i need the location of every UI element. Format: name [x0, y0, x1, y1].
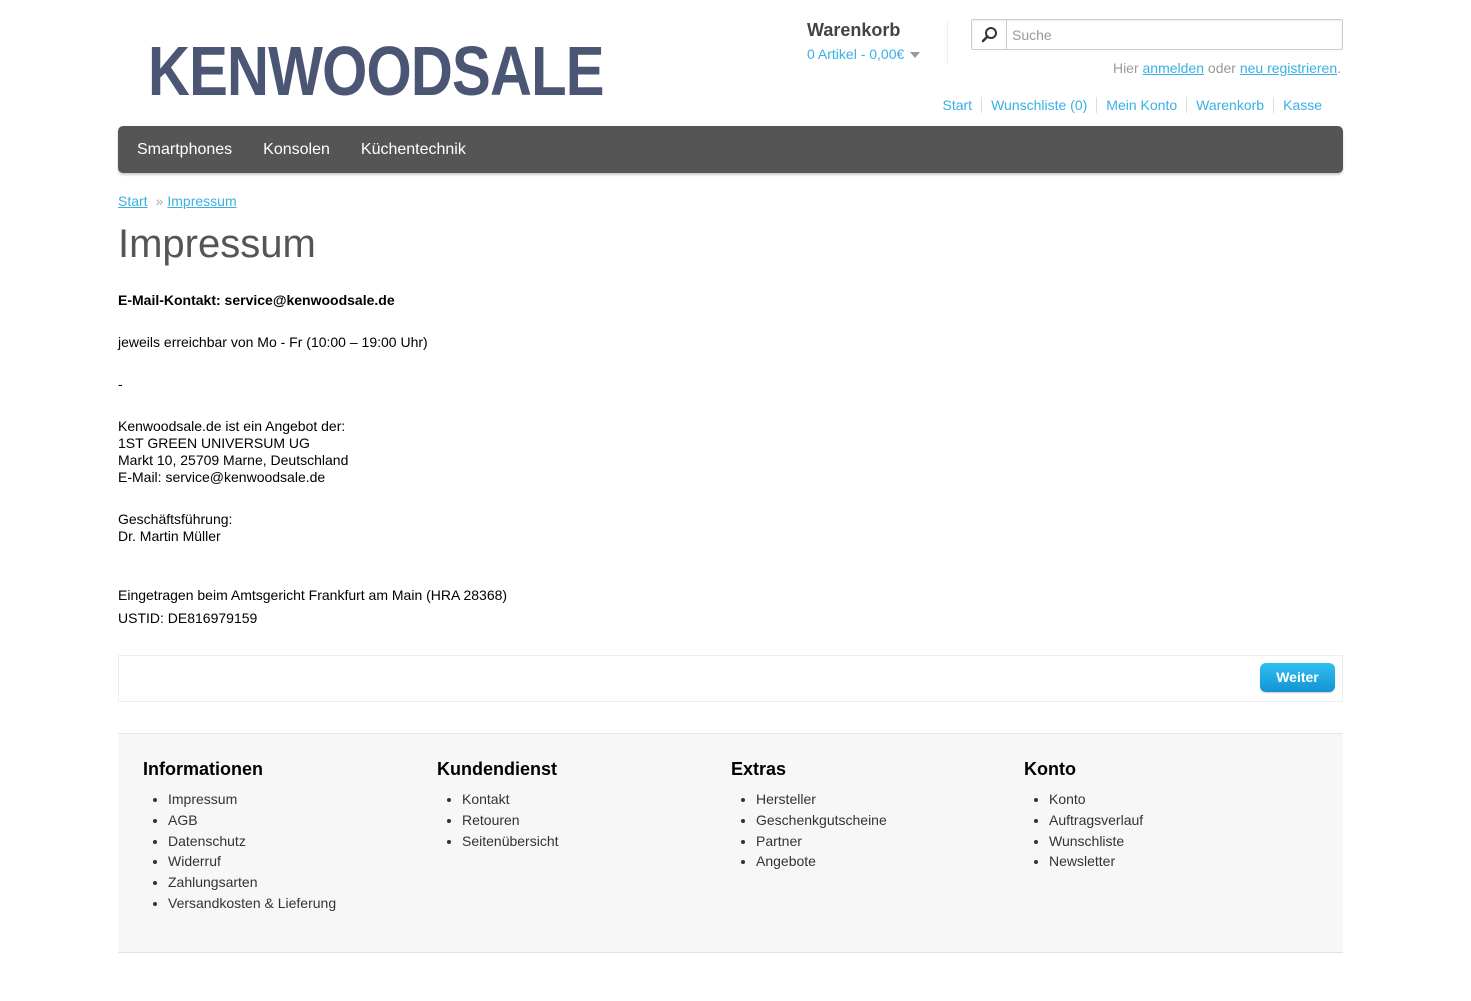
footer-heading: Konto — [1024, 759, 1076, 779]
footer-column-konto: Konto Konto Auftragsverlauf Wunschliste … — [1024, 759, 1143, 872]
footer-link-wunschliste[interactable]: Wunschliste — [1049, 831, 1143, 852]
toplink-start[interactable]: Start — [934, 97, 982, 113]
footer-heading: Extras — [731, 759, 787, 779]
register-info: Eingetragen beim Amtsgericht Frankfurt a… — [118, 587, 508, 603]
cart-info-text: 0 Artikel - 0,00€ — [807, 46, 905, 62]
impressum-content: E-Mail-Kontakt: service@kenwoodsale.de j… — [118, 292, 507, 627]
company-line-2: 1ST GREEN UNIVERSUM UG — [118, 435, 310, 451]
management-name: Dr. Martin Müller — [118, 528, 221, 544]
footer-link-versandkosten[interactable]: Versandkosten & Lieferung — [168, 893, 336, 914]
footer-heading: Informationen — [143, 759, 263, 779]
toplink-checkout[interactable]: Kasse — [1273, 97, 1331, 113]
toplink-wishlist[interactable]: Wunschliste (0) — [981, 97, 1096, 113]
management-label: Geschäftsführung: — [118, 511, 233, 527]
breadcrumb: Start » Impressum — [118, 193, 237, 209]
main-menu: Smartphones Konsolen Küchentechnik — [118, 126, 1343, 173]
footer-link-newsletter[interactable]: Newsletter — [1049, 851, 1143, 872]
separator-dash: - — [118, 376, 123, 392]
email-contact: E-Mail-Kontakt: service@kenwoodsale.de — [118, 292, 395, 308]
search-input[interactable] — [1008, 20, 1336, 49]
footer-link-konto[interactable]: Konto — [1049, 789, 1143, 810]
login-prefix: Hier — [1112, 60, 1139, 76]
weiter-button[interactable]: Weiter — [1260, 663, 1335, 692]
login-suffix: . — [1337, 60, 1341, 76]
register-link[interactable]: neu registrieren — [1240, 60, 1337, 76]
footer-column-extras: Extras Hersteller Geschenkgutscheine Par… — [731, 759, 887, 872]
search-box — [971, 19, 1343, 50]
footer-link-retouren[interactable]: Retouren — [462, 810, 559, 831]
search-button[interactable] — [972, 20, 1007, 49]
footer-link-datenschutz[interactable]: Datenschutz — [168, 831, 336, 852]
chevron-down-icon — [910, 52, 921, 59]
menu-item-kuechentechnik[interactable]: Küchentechnik — [342, 141, 466, 159]
footer-link-zahlungsarten[interactable]: Zahlungsarten — [168, 872, 336, 893]
company-line-1: Kenwoodsale.de ist ein Angebot der: — [118, 418, 346, 434]
footer-link-widerruf[interactable]: Widerruf — [168, 851, 336, 872]
login-prompt: Hier anmelden oder neu registrieren. — [1113, 60, 1341, 76]
login-link[interactable]: anmelden — [1143, 60, 1205, 76]
footer-link-geschenkgutscheine[interactable]: Geschenkgutscheine — [756, 810, 887, 831]
cart-info[interactable]: 0 Artikel - 0,00€ — [807, 46, 947, 62]
top-links: Start Wunschliste (0) Mein Konto Warenko… — [934, 97, 1332, 113]
ustid: USTID: DE816979159 — [118, 610, 258, 626]
search-icon — [981, 27, 997, 43]
site-logo[interactable]: KENWOODSALE — [148, 36, 604, 106]
footer-link-angebote[interactable]: Angebote — [756, 851, 887, 872]
footer-column-kundendienst: Kundendienst Kontakt Retouren Seitenüber… — [437, 759, 559, 851]
footer: Informationen Impressum AGB Datenschutz … — [118, 733, 1343, 953]
footer-link-agb[interactable]: AGB — [168, 810, 336, 831]
footer-link-hersteller[interactable]: Hersteller — [756, 789, 887, 810]
footer-column-informationen: Informationen Impressum AGB Datenschutz … — [143, 759, 336, 914]
button-bar: Weiter — [118, 655, 1343, 702]
company-line-4: E-Mail: service@kenwoodsale.de — [118, 469, 326, 485]
login-middle: oder — [1207, 60, 1236, 76]
cart-summary[interactable]: Warenkorb 0 Artikel - 0,00€ — [807, 20, 948, 64]
contact-hours: jeweils erreichbar von Mo - Fr (10:00 – … — [118, 334, 428, 350]
footer-link-auftragsverlauf[interactable]: Auftragsverlauf — [1049, 810, 1143, 831]
breadcrumb-home[interactable]: Start — [118, 193, 148, 209]
company-line-3: Markt 10, 25709 Marne, Deutschland — [118, 452, 349, 468]
cart-title: Warenkorb — [807, 20, 901, 40]
footer-link-kontakt[interactable]: Kontakt — [462, 789, 559, 810]
footer-link-impressum[interactable]: Impressum — [168, 789, 336, 810]
breadcrumb-separator: » — [155, 193, 164, 209]
footer-heading: Kundendienst — [437, 759, 557, 779]
menu-item-konsolen[interactable]: Konsolen — [244, 141, 330, 159]
toplink-cart[interactable]: Warenkorb — [1186, 97, 1273, 113]
menu-item-smartphones[interactable]: Smartphones — [118, 141, 232, 159]
page-title: Impressum — [118, 222, 316, 266]
breadcrumb-current[interactable]: Impressum — [167, 193, 236, 209]
footer-link-seitenuebersicht[interactable]: Seitenübersicht — [462, 831, 559, 852]
toplink-account[interactable]: Mein Konto — [1096, 97, 1186, 113]
footer-link-partner[interactable]: Partner — [756, 831, 887, 852]
